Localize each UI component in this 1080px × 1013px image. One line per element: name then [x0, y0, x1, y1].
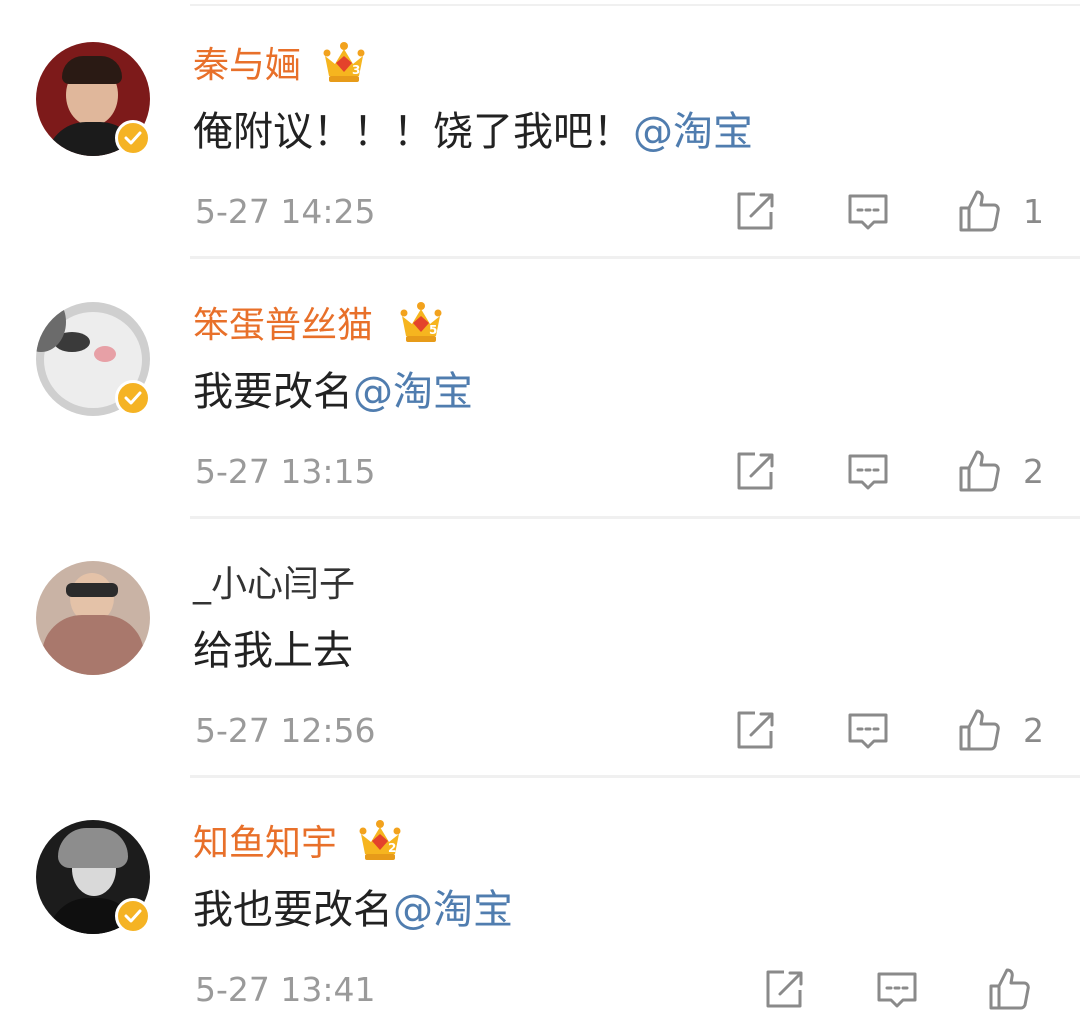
comment-text: 俺附议！！！饶了我吧！@淘宝 — [193, 104, 753, 160]
repost-icon[interactable] — [733, 448, 777, 494]
thumbs-up-icon[interactable] — [957, 707, 1001, 753]
comment-icon[interactable] — [846, 707, 890, 753]
comment-body: 我要改名 — [193, 369, 353, 415]
divider — [190, 256, 1080, 259]
comment-text: 我也要改名@淘宝 — [193, 882, 513, 938]
vip-crown-icon: 5 — [400, 302, 442, 342]
username[interactable]: 秦与婳 — [193, 40, 301, 92]
svg-text:5: 5 — [429, 323, 437, 337]
repost-icon[interactable] — [733, 188, 777, 234]
thumbs-up-icon[interactable] — [957, 188, 1001, 234]
like-count: 2 — [1023, 711, 1044, 750]
comment-text: 给我上去 — [193, 623, 353, 679]
svg-text:2: 2 — [388, 841, 396, 855]
like-count: 2 — [1023, 452, 1044, 491]
mention-link[interactable]: @淘宝 — [353, 369, 473, 415]
comment-icon[interactable] — [846, 188, 890, 234]
username[interactable]: 知鱼知宇 — [193, 818, 337, 870]
comment-body: 我也要改名 — [193, 887, 393, 933]
vip-crown-icon: 2 — [359, 820, 401, 860]
repost-icon[interactable] — [762, 966, 806, 1012]
comment-icon[interactable] — [875, 966, 919, 1012]
comment-body: 俺附议！！！饶了我吧！ — [193, 109, 633, 155]
verified-badge-icon — [115, 380, 151, 416]
timestamp: 5-27 14:25 — [195, 192, 376, 231]
mention-link[interactable]: @淘宝 — [633, 109, 753, 155]
like-count: 1 — [1023, 192, 1044, 231]
verified-badge-icon — [115, 120, 151, 156]
username[interactable]: 笨蛋普丝猫 — [193, 300, 373, 352]
mention-link[interactable]: @淘宝 — [393, 887, 513, 933]
timestamp: 5-27 12:56 — [195, 711, 376, 750]
comment-item: _小心闫子 给我上去 5-27 12:56 2 — [0, 519, 1080, 778]
comment-item: 秦与婳 3 俺附议！！！饶了我吧！@淘宝 5-27 14:25 1 — [0, 0, 1080, 259]
vip-crown-icon: 3 — [323, 42, 365, 82]
thumbs-up-icon[interactable] — [987, 966, 1031, 1012]
comment-text: 我要改名@淘宝 — [193, 364, 473, 420]
repost-icon[interactable] — [733, 707, 777, 753]
comment-item: 知鱼知宇 2 我也要改名@淘宝 5-27 13:41 — [0, 778, 1080, 1013]
comment-icon[interactable] — [846, 448, 890, 494]
comment-body: 给我上去 — [193, 628, 353, 674]
svg-text:3: 3 — [352, 63, 360, 77]
timestamp: 5-27 13:15 — [195, 452, 376, 491]
thumbs-up-icon[interactable] — [957, 448, 1001, 494]
comment-item: 笨蛋普丝猫 5 我要改名@淘宝 5-27 13:15 2 — [0, 260, 1080, 519]
avatar[interactable] — [36, 561, 150, 675]
username[interactable]: _小心闫子 — [193, 559, 355, 611]
verified-badge-icon — [115, 898, 151, 934]
timestamp: 5-27 13:41 — [195, 970, 376, 1009]
